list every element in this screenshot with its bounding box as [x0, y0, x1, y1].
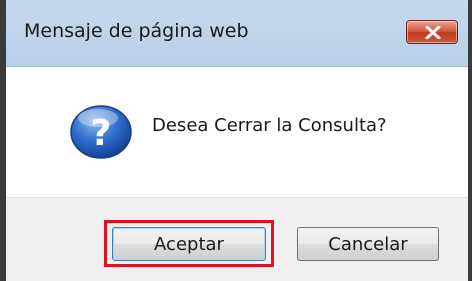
- dialog-title: Mensaje de página web: [24, 20, 249, 42]
- question-icon: ?: [70, 105, 132, 159]
- cancel-button[interactable]: Cancelar: [297, 227, 439, 261]
- svg-text:?: ?: [91, 113, 112, 154]
- title-bar[interactable]: Mensaje de página web: [6, 0, 468, 67]
- dialog-body: ? Desea Cerrar la Consulta?: [6, 67, 468, 197]
- message-dialog: Mensaje de página web ? Desea Cerrar la …: [0, 0, 472, 281]
- close-icon: [425, 26, 441, 39]
- close-button[interactable]: [406, 20, 458, 44]
- dialog-message: Desea Cerrar la Consulta?: [152, 115, 387, 136]
- dialog-footer: Aceptar Cancelar: [6, 197, 468, 281]
- accept-button[interactable]: Aceptar: [112, 227, 266, 261]
